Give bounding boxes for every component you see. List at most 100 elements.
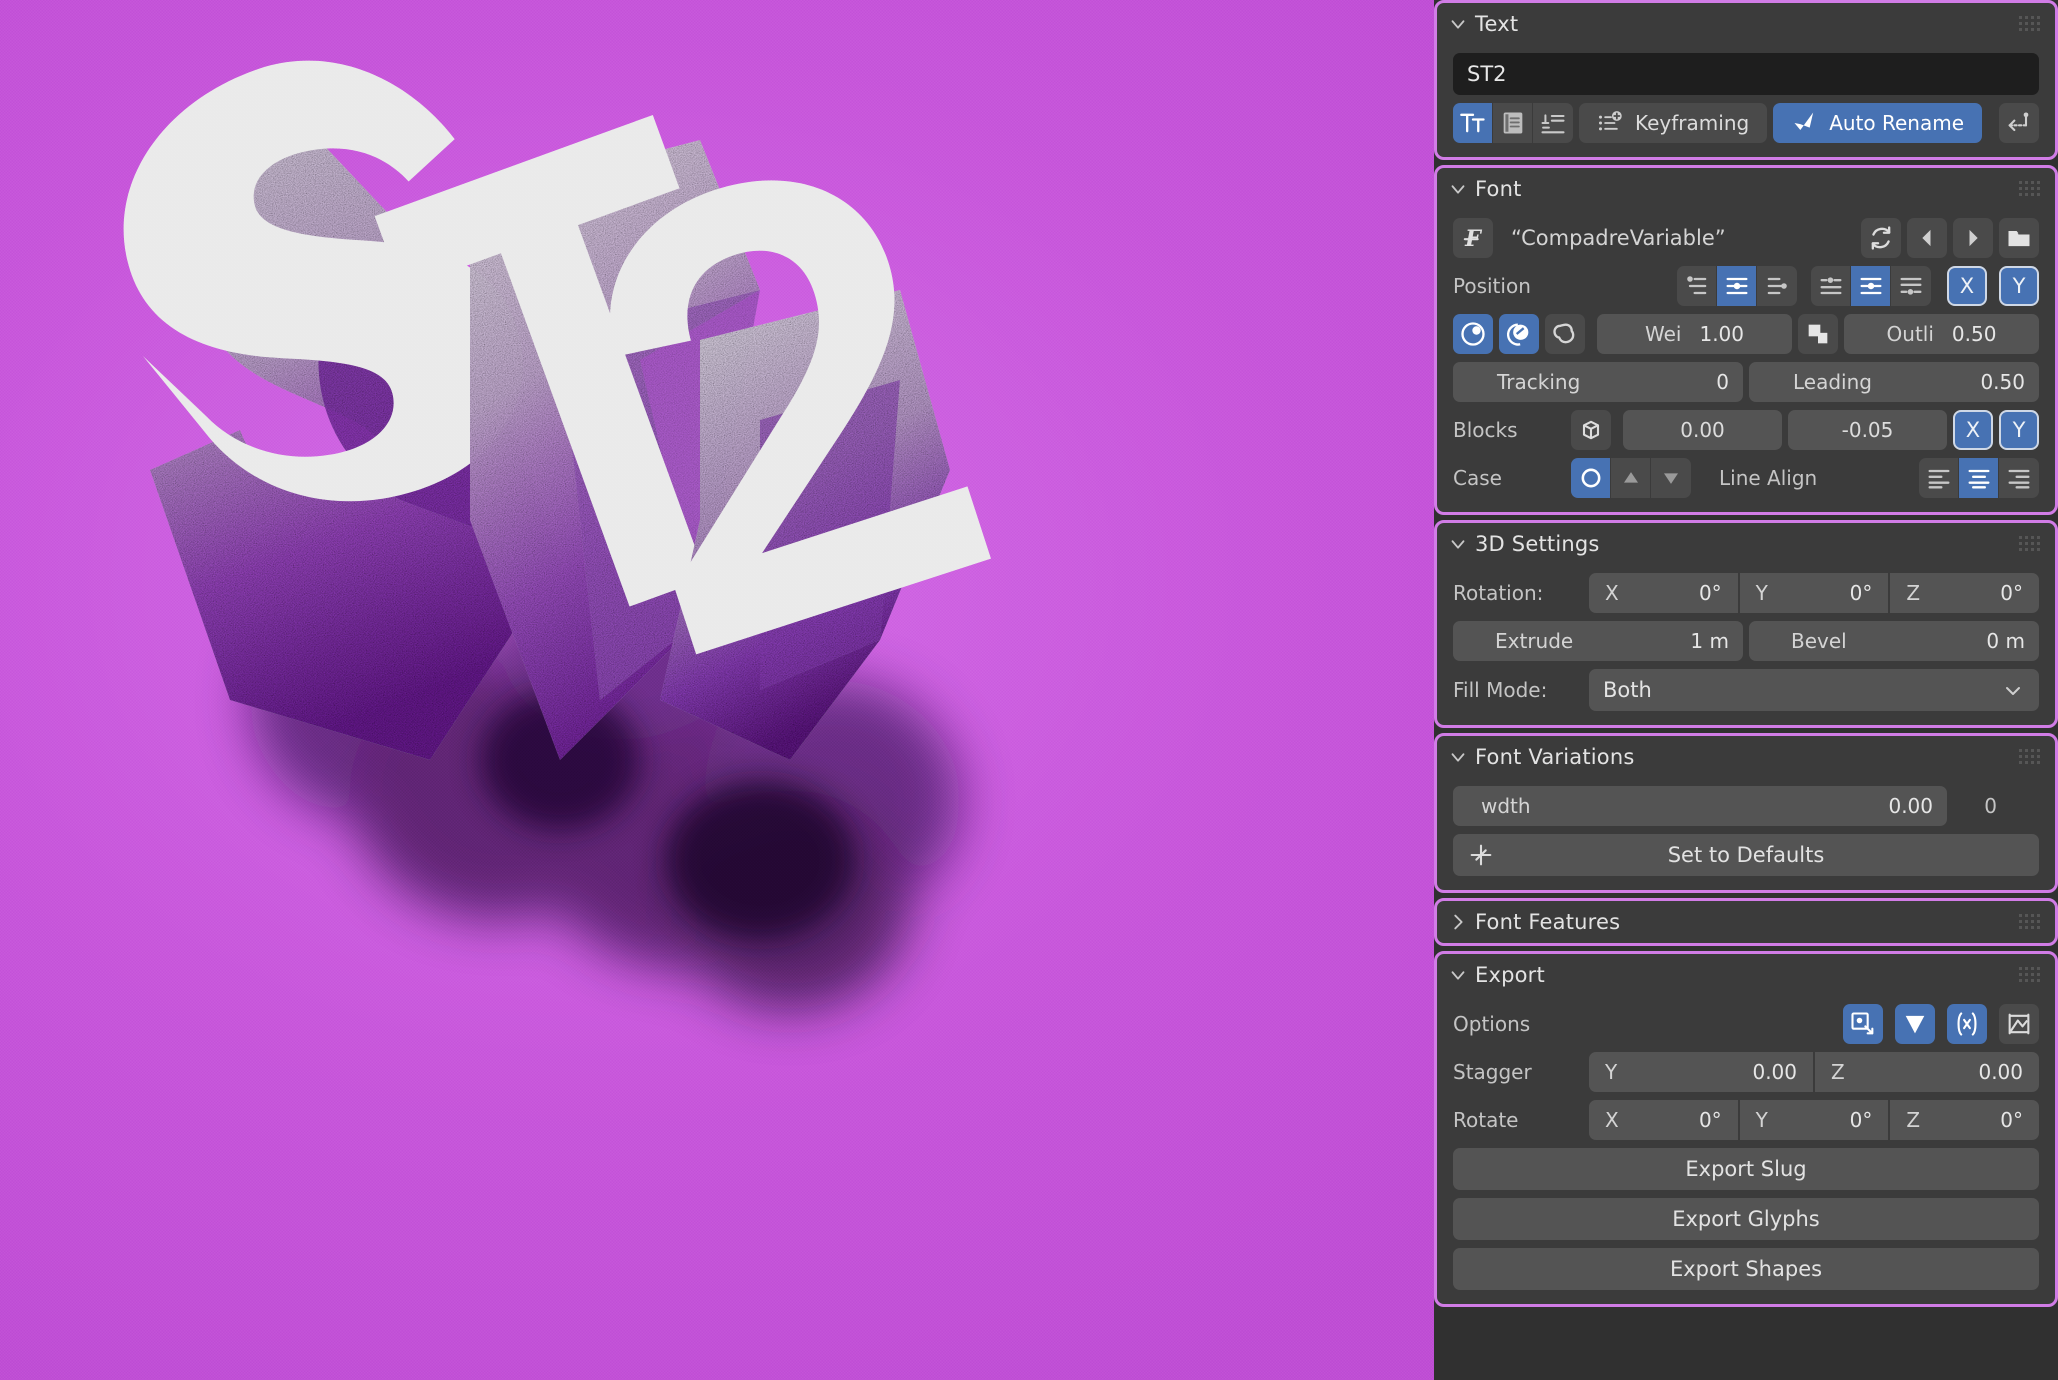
line-align-right-icon[interactable] xyxy=(1999,458,2039,498)
leading-label: Leading xyxy=(1793,370,1872,394)
position-row: Position xyxy=(1437,266,2055,306)
rotate-z-field[interactable]: Z 0° xyxy=(1890,1100,2039,1140)
panel-text-header[interactable]: Text xyxy=(1437,3,2055,45)
fill-mode-dropdown[interactable]: Both xyxy=(1589,669,2039,711)
font-f-icon[interactable]: F xyxy=(1453,218,1493,258)
cube-icon[interactable] xyxy=(1571,410,1611,450)
export-glyphs-button[interactable]: Export Glyphs xyxy=(1453,1198,2039,1240)
chevron-down-icon[interactable] xyxy=(1447,178,1469,200)
align-left-icon[interactable] xyxy=(1677,266,1717,306)
export-slug-button[interactable]: Export Slug xyxy=(1453,1148,2039,1190)
extrude-field[interactable]: Extrude 1 m xyxy=(1453,621,1743,661)
export-shapes-button[interactable]: Export Shapes xyxy=(1453,1248,2039,1290)
paragraph-icon[interactable] xyxy=(1533,103,1573,143)
stagger-z-field[interactable]: Z 0.00 xyxy=(1815,1052,2039,1092)
panel-grip-icon[interactable] xyxy=(2019,914,2041,930)
align-right-icon[interactable] xyxy=(1757,266,1797,306)
3d-text-viewport[interactable] xyxy=(0,0,1434,1380)
rotation-x-field[interactable]: X 0° xyxy=(1589,573,1738,613)
line-align-left-icon[interactable] xyxy=(1919,458,1959,498)
panel-3d-settings-header[interactable]: 3D Settings xyxy=(1437,523,2055,565)
triangle-down-icon[interactable] xyxy=(1651,458,1691,498)
position-y-toggle[interactable]: Y xyxy=(1999,266,2039,306)
triangle-down-solid-icon[interactable] xyxy=(1895,1004,1935,1044)
set-to-defaults-button[interactable]: Set to Defaults xyxy=(1453,834,2039,876)
stagger-fields: Y 0.00 Z 0.00 xyxy=(1589,1052,2039,1092)
rotate-label: Rotate xyxy=(1453,1108,1583,1132)
font-name-label[interactable]: “CompadreVariable” xyxy=(1499,226,1726,250)
prev-arrow-icon[interactable] xyxy=(1907,218,1947,258)
shape-weight-icon[interactable] xyxy=(1499,314,1539,354)
position-vertical-segment[interactable] xyxy=(1811,266,1931,306)
select-export-icon[interactable] xyxy=(1843,1004,1883,1044)
panel-grip-icon[interactable] xyxy=(2019,967,2041,983)
chevron-down-icon[interactable] xyxy=(1447,746,1469,768)
arrow-dashed-icon[interactable] xyxy=(1999,103,2039,143)
text-input[interactable]: ST2 xyxy=(1453,53,2039,95)
outline-field[interactable]: Outli 0.50 xyxy=(1844,314,2039,354)
chevron-down-icon[interactable] xyxy=(1447,13,1469,35)
text-mode-segment[interactable] xyxy=(1453,103,1573,143)
panel-grip-icon[interactable] xyxy=(2019,16,2041,32)
parens-x-icon[interactable] xyxy=(1947,1004,1987,1044)
weight-field[interactable]: Wei 1.00 xyxy=(1597,314,1792,354)
chevron-down-icon[interactable] xyxy=(1447,533,1469,555)
auto-rename-button[interactable]: Auto Rename xyxy=(1773,103,1982,143)
rotation-x-label: X xyxy=(1605,581,1619,605)
stagger-y-field[interactable]: Y 0.00 xyxy=(1589,1052,1813,1092)
circle-icon[interactable] xyxy=(1571,458,1611,498)
rotate-z-value: 0° xyxy=(2000,1108,2023,1132)
align-center-icon[interactable] xyxy=(1717,266,1757,306)
case-segment[interactable] xyxy=(1571,458,1691,498)
chevron-down-icon[interactable] xyxy=(1447,964,1469,986)
position-x-toggle[interactable]: X xyxy=(1947,266,1987,306)
bevel-field[interactable]: Bevel 0 m xyxy=(1749,621,2039,661)
line-align-segment[interactable] xyxy=(1919,458,2039,498)
rotate-x-field[interactable]: X 0° xyxy=(1589,1100,1738,1140)
align-middle-icon[interactable] xyxy=(1851,266,1891,306)
rotate-y-field[interactable]: Y 0° xyxy=(1740,1100,1889,1140)
blocks-y-toggle[interactable]: Y xyxy=(1999,410,2039,450)
shape-outline-icon[interactable] xyxy=(1545,314,1585,354)
align-bottom-icon[interactable] xyxy=(1891,266,1931,306)
panel-font-variations-header[interactable]: Font Variations xyxy=(1437,736,2055,778)
panel-font-header[interactable]: Font xyxy=(1437,168,2055,210)
triangle-up-icon[interactable] xyxy=(1611,458,1651,498)
fill-mode-value: Both xyxy=(1603,678,1652,702)
blocks-value-2[interactable]: -0.05 xyxy=(1788,410,1947,450)
panel-export-header[interactable]: Export xyxy=(1437,954,2055,996)
blocks-label: Blocks xyxy=(1453,418,1565,442)
panel-grip-icon[interactable] xyxy=(2019,749,2041,765)
panel-grip-icon[interactable] xyxy=(2019,181,2041,197)
line-align-center-icon[interactable] xyxy=(1959,458,1999,498)
chevron-right-icon[interactable] xyxy=(1447,911,1469,933)
leading-field[interactable]: Leading 0.50 xyxy=(1749,362,2039,402)
text-tt-toggle[interactable] xyxy=(1453,103,1493,143)
position-label: Position xyxy=(1453,274,1531,298)
refresh-icon[interactable] xyxy=(1861,218,1901,258)
rotate-x-label: X xyxy=(1605,1108,1619,1132)
position-horizontal-segment[interactable] xyxy=(1677,266,1797,306)
reset-cross-icon xyxy=(1467,841,1495,869)
variation-axis-value: 0.00 xyxy=(1888,794,1933,818)
chevron-down-icon xyxy=(2001,678,2025,702)
book-icon[interactable] xyxy=(1493,103,1533,143)
variation-wdth-field[interactable]: wdth 0.00 xyxy=(1453,786,1947,826)
panel-font-features: Font Features xyxy=(1434,898,2058,946)
next-arrow-icon[interactable] xyxy=(1953,218,1993,258)
bounds-icon[interactable] xyxy=(1999,1004,2039,1044)
folder-icon[interactable] xyxy=(1999,218,2039,258)
blocks-value-1[interactable]: 0.00 xyxy=(1623,410,1782,450)
shape-fill-icon[interactable] xyxy=(1453,314,1493,354)
rotation-y-field[interactable]: Y 0° xyxy=(1740,573,1889,613)
align-top-icon[interactable] xyxy=(1811,266,1851,306)
keyframing-button[interactable]: Keyframing xyxy=(1579,103,1767,143)
rotation-z-field[interactable]: Z 0° xyxy=(1890,573,2039,613)
panel-font-features-header[interactable]: Font Features xyxy=(1437,901,2055,943)
rotation-x-value: 0° xyxy=(1699,581,1722,605)
duplicate-icon[interactable] xyxy=(1798,314,1838,354)
tracking-field[interactable]: Tracking 0 xyxy=(1453,362,1743,402)
panel-grip-icon[interactable] xyxy=(2019,536,2041,552)
blocks-x-toggle[interactable]: X xyxy=(1953,410,1993,450)
properties-sidebar[interactable]: Text ST2 xyxy=(1434,0,2058,1380)
